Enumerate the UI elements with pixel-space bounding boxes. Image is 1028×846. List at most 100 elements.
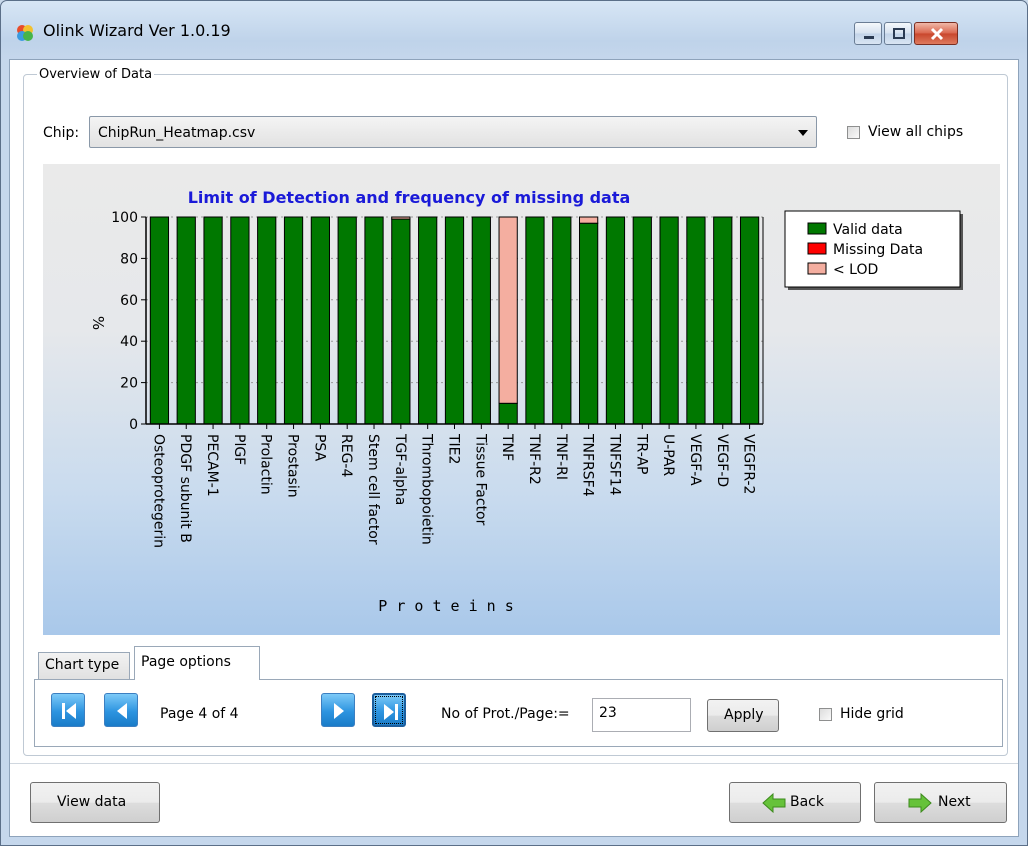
chart-area: Limit of Detection and frequency of miss… <box>43 164 1000 635</box>
bar-segment <box>498 402 518 425</box>
close-icon <box>930 27 944 41</box>
chip-label: Chip: <box>43 125 80 141</box>
previous-page-icon <box>117 703 127 719</box>
bar-segment <box>498 216 518 404</box>
bar-segment <box>579 216 599 224</box>
bar-segment <box>713 216 733 425</box>
bar-segment <box>391 218 411 425</box>
bar-segment <box>659 216 679 425</box>
y-tick-label: 60 <box>120 293 138 309</box>
minimize-icon <box>864 36 874 39</box>
chip-selected-value: ChipRun_Heatmap.csv <box>98 125 256 141</box>
next-button[interactable]: Next <box>874 782 1007 823</box>
bar-segment <box>257 216 277 425</box>
next-page-icon <box>334 703 344 719</box>
x-tick-label: TR-AP <box>633 433 649 474</box>
chart-title: Limit of Detection and frequency of miss… <box>188 188 631 207</box>
bar-segment <box>418 216 438 425</box>
x-tick-label: U-PAR <box>660 434 676 476</box>
minimize-button[interactable] <box>854 22 882 45</box>
legend-label: < LOD <box>833 262 878 278</box>
bar-segment <box>391 216 411 220</box>
y-tick-label: 0 <box>129 417 138 433</box>
bar-segment <box>337 216 357 425</box>
apply-button[interactable]: Apply <box>707 699 779 732</box>
back-label: Back <box>790 794 824 810</box>
proteins-per-page-input[interactable]: 23 <box>592 698 691 732</box>
bar-segment <box>632 216 652 425</box>
x-tick-label: PECAM-1 <box>204 434 220 497</box>
arrow-right-icon <box>908 793 932 813</box>
view-all-chips-label: View all chips <box>868 124 964 140</box>
chip-dropdown[interactable]: ChipRun_Heatmap.csv <box>89 116 817 148</box>
first-page-button[interactable] <box>51 693 85 727</box>
x-tick-label: Prostasin <box>285 434 301 498</box>
y-tick-label: 20 <box>120 376 138 392</box>
chevron-down-icon <box>798 130 808 136</box>
bar-segment <box>739 216 760 425</box>
legend-swatch <box>807 222 827 235</box>
legend: Valid data Missing Data < LOD <box>784 210 963 290</box>
x-tick-label: TNF-RI <box>553 433 569 480</box>
x-tick-label: TGF-alpha <box>392 433 408 505</box>
y-tick-label: 40 <box>120 334 138 350</box>
x-tick-label: VEGF-D <box>714 434 730 487</box>
bar-segment <box>149 216 170 425</box>
x-tick-label: REG-4 <box>338 434 354 477</box>
page-indicator: Page 4 of 4 <box>160 706 239 722</box>
next-page-button[interactable] <box>321 693 355 727</box>
bar-segment <box>552 216 572 425</box>
group-title: Overview of Data <box>37 67 155 82</box>
footer-separator <box>10 763 1018 764</box>
maximize-icon <box>893 28 905 39</box>
y-tick-labels: 0 20 40 60 80 100 <box>111 210 138 433</box>
x-tick-label: TNFRSF4 <box>580 433 596 497</box>
x-tick-label: TNF-R2 <box>526 433 542 485</box>
x-tick-label: PDGF subunit B <box>177 434 193 543</box>
bar-segment <box>605 216 626 425</box>
bar-segment <box>310 216 330 425</box>
x-tick-labels: Osteoprotegerin PDGF subunit B PECAM-1 PlGF… <box>150 433 756 548</box>
x-tick-label: PlGF <box>231 434 247 465</box>
window-title: Olink Wizard Ver 1.0.19 <box>43 21 231 40</box>
hide-grid-label: Hide grid <box>840 706 904 722</box>
tab-chart-type[interactable]: Chart type <box>38 652 130 679</box>
legend-label: Valid data <box>833 222 903 238</box>
bar-segment <box>283 216 304 425</box>
stacked-bar-chart: Limit of Detection and frequency of miss… <box>89 188 963 615</box>
y-tick-label: 80 <box>120 251 138 267</box>
apply-label: Apply <box>724 707 764 723</box>
x-tick-label: PSA <box>311 434 327 462</box>
bar-segment <box>525 216 545 425</box>
legend-swatch <box>807 242 827 255</box>
bar-segment <box>471 216 491 425</box>
y-tick-label: 100 <box>111 210 138 226</box>
bar-segment <box>686 216 706 425</box>
bar-segment <box>579 222 599 425</box>
bars <box>149 216 760 425</box>
hide-grid-checkbox[interactable] <box>819 708 832 721</box>
last-page-button[interactable] <box>372 693 406 727</box>
next-label: Next <box>938 794 971 810</box>
x-tick-label: Osteoprotegerin <box>150 434 166 548</box>
x-tick-label: VEGFR-2 <box>741 434 757 494</box>
bar-segment <box>364 216 384 425</box>
app-window: Olink Wizard Ver 1.0.19 Overview of Data… <box>0 0 1028 846</box>
x-tick-label: Thrombopoietin <box>419 433 435 545</box>
proteins-per-page-value: 23 <box>599 705 617 721</box>
proteins-per-page-label: No of Prot./Page:= <box>441 706 570 722</box>
legend-swatch <box>807 262 827 275</box>
x-tick-label: Prolactin <box>258 434 274 495</box>
x-tick-label: Stem cell factor <box>365 434 381 545</box>
maximize-button[interactable] <box>884 22 912 45</box>
back-button[interactable]: Back <box>729 782 861 823</box>
previous-page-button[interactable] <box>104 693 138 727</box>
view-data-button[interactable]: View data <box>30 782 160 823</box>
bar-segment <box>176 216 196 425</box>
bar-segment <box>444 216 465 425</box>
view-all-chips-checkbox[interactable] <box>847 126 860 139</box>
last-page-icon <box>384 704 398 720</box>
tab-page-options[interactable]: Page options <box>134 646 260 680</box>
close-button[interactable] <box>914 22 958 45</box>
x-axis-label: P r o t e i n s <box>378 597 513 615</box>
